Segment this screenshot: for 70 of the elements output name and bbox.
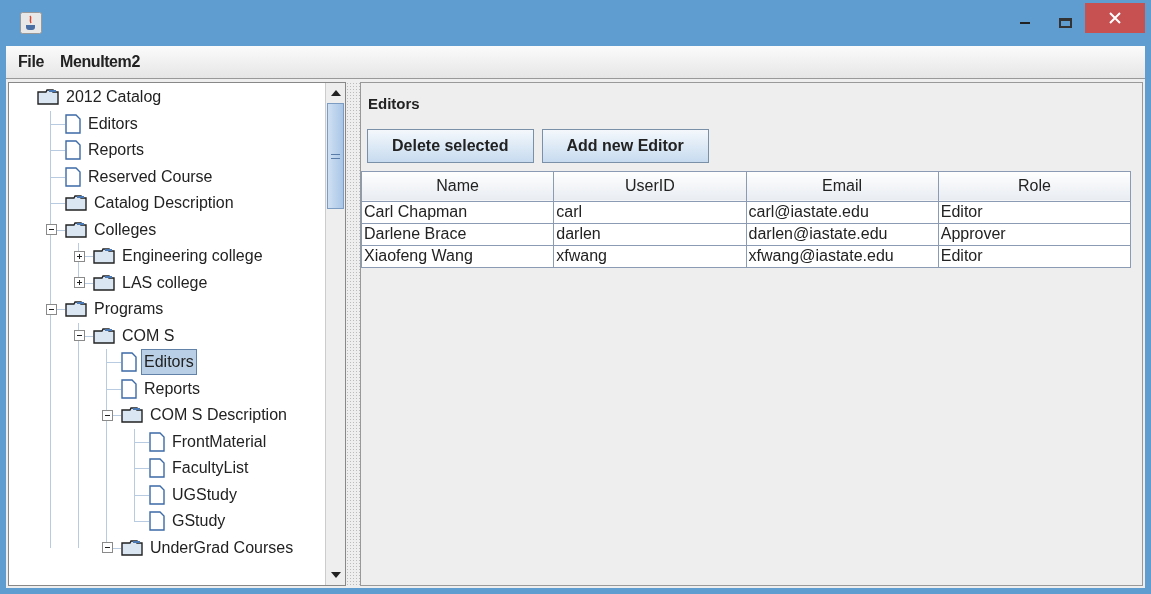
scroll-up-icon[interactable] bbox=[330, 90, 341, 96]
collapse-icon[interactable] bbox=[45, 303, 57, 315]
action-button[interactable]: Add new Editor bbox=[541, 128, 709, 163]
folder-icon bbox=[65, 301, 87, 318]
tree-node-label[interactable]: Reports bbox=[85, 137, 148, 164]
document-icon bbox=[65, 140, 81, 161]
tree-node-label[interactable]: Colleges bbox=[91, 216, 160, 243]
table-cell: carl@iastate.edu bbox=[746, 201, 939, 223]
collapse-icon[interactable] bbox=[101, 542, 113, 554]
tree-node-label[interactable]: FrontMaterial bbox=[169, 428, 270, 455]
tree-node-label[interactable]: 2012 Catalog bbox=[63, 84, 165, 111]
document-icon bbox=[121, 352, 137, 373]
column-header[interactable]: Email bbox=[746, 171, 939, 201]
folder-icon bbox=[121, 539, 143, 556]
scroll-down-icon[interactable] bbox=[330, 572, 341, 578]
column-header[interactable]: Role bbox=[938, 171, 1131, 201]
scrollbar[interactable] bbox=[325, 83, 345, 585]
table-cell: darlen bbox=[553, 223, 746, 245]
action-button[interactable]: Delete selected bbox=[367, 128, 534, 163]
document-icon bbox=[149, 511, 165, 532]
folder-icon bbox=[93, 248, 115, 265]
folder-icon bbox=[65, 221, 87, 238]
tree-node-label[interactable]: Reports bbox=[141, 375, 204, 402]
column-header[interactable]: UserID bbox=[553, 171, 746, 201]
column-header[interactable]: Name bbox=[361, 171, 554, 201]
table-cell: carl bbox=[553, 201, 746, 223]
close-icon bbox=[1109, 12, 1121, 24]
table-cell: xfwang bbox=[553, 245, 746, 267]
table-cell: darlen@iastate.edu bbox=[746, 223, 939, 245]
folder-icon bbox=[93, 274, 115, 291]
table-cell: Carl Chapman bbox=[361, 201, 554, 223]
document-icon bbox=[149, 431, 165, 452]
table-cell: Editor bbox=[938, 245, 1131, 267]
table-cell: Approver bbox=[938, 223, 1131, 245]
panel-title: Editors bbox=[368, 94, 420, 114]
table-cell: xfwang@iastate.edu bbox=[746, 245, 939, 267]
table-cell: Darlene Brace bbox=[361, 223, 554, 245]
tree-node-label[interactable]: COM S Description bbox=[147, 402, 290, 429]
document-icon bbox=[149, 458, 165, 479]
expand-icon[interactable] bbox=[73, 277, 85, 289]
document-icon bbox=[65, 113, 81, 134]
document-icon bbox=[149, 484, 165, 505]
tree-node-label[interactable]: LAS college bbox=[119, 269, 211, 296]
table-cell: Editor bbox=[938, 201, 1131, 223]
expand-icon[interactable] bbox=[73, 250, 85, 262]
tree-node-label[interactable]: Editors bbox=[85, 110, 141, 137]
folder-icon bbox=[37, 89, 59, 106]
collapse-icon[interactable] bbox=[101, 409, 113, 421]
tree-node-label[interactable]: Engineering college bbox=[119, 243, 266, 270]
document-icon bbox=[65, 166, 81, 187]
table-cell: Xiaofeng Wang bbox=[361, 245, 554, 267]
folder-icon bbox=[93, 327, 115, 344]
collapse-icon[interactable] bbox=[45, 224, 57, 236]
close-button[interactable] bbox=[1085, 3, 1145, 33]
menu-item[interactable]: MenuItem2 bbox=[59, 50, 140, 74]
tree-node-label[interactable]: UGStudy bbox=[169, 481, 240, 508]
tree-node-label[interactable]: Reserved Course bbox=[85, 163, 216, 190]
tree-node-label[interactable]: GStudy bbox=[169, 508, 229, 535]
tree-node-label[interactable]: COM S bbox=[119, 322, 178, 349]
tree-node-label[interactable]: Catalog Description bbox=[91, 190, 237, 217]
tree-node-label[interactable]: UnderGrad Courses bbox=[147, 534, 297, 561]
folder-icon bbox=[65, 195, 87, 212]
collapse-icon[interactable] bbox=[73, 330, 85, 342]
tree-node-label[interactable]: FacultyList bbox=[169, 455, 252, 482]
tree-node-label[interactable]: Programs bbox=[91, 296, 167, 323]
tree-node-label[interactable]: Editors bbox=[141, 349, 197, 376]
menu-item[interactable]: File bbox=[18, 50, 44, 74]
folder-icon bbox=[121, 407, 143, 424]
document-icon bbox=[121, 378, 137, 399]
coffee-cup-icon bbox=[20, 12, 42, 34]
